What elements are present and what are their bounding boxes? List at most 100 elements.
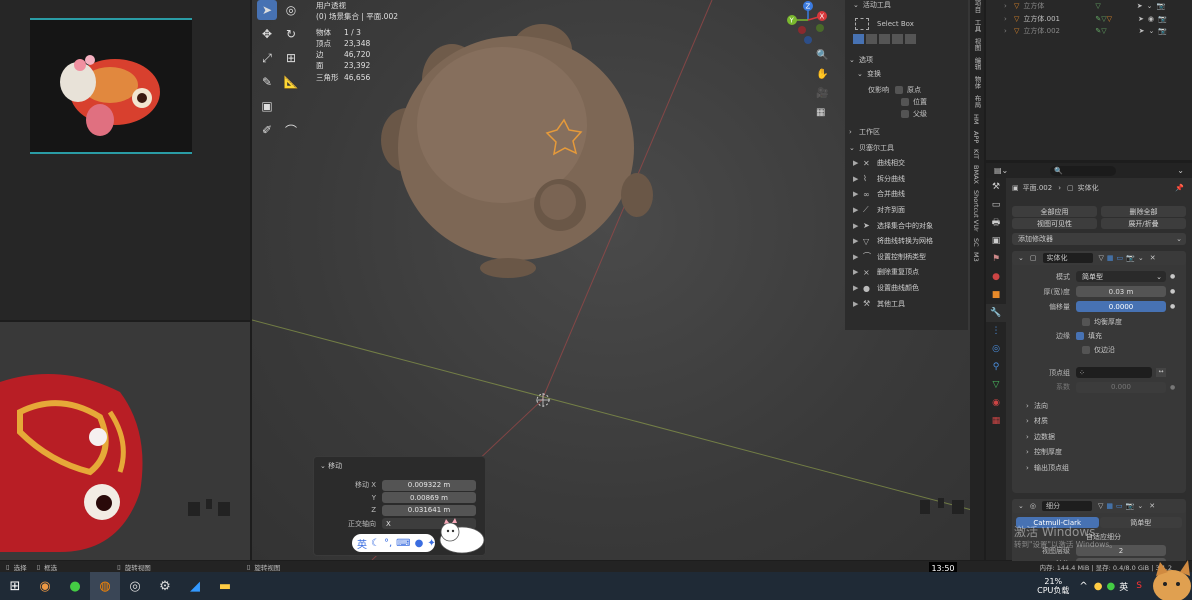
only-rim-checkbox[interactable] [1082, 346, 1090, 354]
particles-tab-icon[interactable]: ⋮ [986, 322, 1006, 340]
visibility-icon[interactable]: ⌄ [1147, 2, 1153, 10]
windows-start-icon[interactable]: ⊞ [0, 572, 30, 600]
viewport-visibility-button[interactable]: 视图可见性 [1012, 218, 1097, 229]
scene-tab-icon[interactable]: ⚑ [986, 250, 1006, 268]
even-thickness-checkbox[interactable] [1082, 317, 1090, 326]
bezier-item-join[interactable]: ▶ ∞ 合并曲线 [845, 187, 968, 203]
outliner-row[interactable]: › ▽ 立方体.002 ✎▽ ➤ ⌄ 📷 [986, 25, 1192, 38]
close-icon[interactable]: ✕ [1149, 502, 1155, 510]
tab-bmax[interactable]: BMAX [972, 165, 980, 184]
subsurf-header[interactable]: ⌄ ◎ 细分 ▽ ▦ ▭ 📷 ⌄ ✕ [1012, 499, 1186, 513]
cage-icon[interactable]: ▦ [1106, 502, 1113, 510]
cpu-indicator[interactable]: 21% CPU负载 [1037, 577, 1069, 595]
offset-field[interactable]: 0.0000 [1076, 301, 1166, 312]
move-tool-icon[interactable]: ✥ [257, 24, 277, 44]
options-section[interactable]: ⌄ 选项 [845, 52, 968, 68]
thickness-field[interactable]: 0.03 m [1076, 286, 1166, 297]
keyframe-dot-icon[interactable]: ● [1170, 384, 1175, 391]
tray-s-icon[interactable]: S [1136, 581, 1142, 591]
transform-tool-icon[interactable]: ⊞ [281, 48, 301, 68]
tray-app-icon[interactable]: ● [1094, 581, 1103, 592]
bezier-item-split[interactable]: ▶ ⌇ 拆分曲线 [845, 171, 968, 187]
move-x-field[interactable]: 0.009322 m [382, 479, 476, 491]
viewport-display-icon[interactable]: ▭ [1117, 254, 1124, 262]
grid-view-icon[interactable]: ▦ [816, 107, 832, 126]
tab-app[interactable]: APP [972, 131, 980, 143]
modifier-name-field[interactable]: 实体化 [1042, 253, 1093, 263]
annotate-tool-icon[interactable]: ✎ [257, 72, 277, 92]
tab-hm[interactable]: HM [972, 114, 980, 125]
measure-tool-icon[interactable]: 📐 [281, 72, 301, 92]
chevron-down-icon[interactable]: ⌄ [1177, 166, 1184, 175]
solidify-header[interactable]: ⌄ ▢ 实体化 ▽ ▦ ▭ 📷 ⌄ ✕ [1012, 251, 1186, 265]
factor-field[interactable]: 0.000 [1076, 381, 1166, 393]
file-explorer-icon[interactable]: ▬ [210, 572, 240, 600]
visibility-eye-icon[interactable]: ◉ [1148, 15, 1154, 23]
editor-type-icon[interactable]: ▤⌄ [994, 166, 1008, 175]
output-tab-icon[interactable]: 🖶 [986, 214, 1006, 232]
steam-icon[interactable]: ⚙ [150, 572, 180, 600]
add-cube-tool-icon[interactable]: ▣ [257, 96, 277, 116]
scale-tool-icon[interactable]: ⤢ [257, 48, 277, 68]
zoom-icon[interactable]: 🔍 [816, 50, 832, 69]
chrome-icon[interactable]: ◉ [30, 572, 60, 600]
viewport-display-icon[interactable]: ▭ [1116, 502, 1123, 510]
bezier-item-select-collection[interactable]: ▶ ➤ 选择集合中的对象 [845, 218, 968, 234]
keyboard-icon[interactable]: ⌨ [396, 538, 410, 549]
physics-tab-icon[interactable]: ◎ [986, 340, 1006, 358]
tab-layout[interactable]: 布局 [972, 95, 982, 108]
modifier-tab-icon[interactable]: 🔧 [986, 304, 1006, 322]
tab-kit[interactable]: KIT [972, 149, 980, 159]
origins-checkbox[interactable] [895, 85, 903, 94]
active-tool-header[interactable]: ⌄ 活动工具 [845, 0, 968, 10]
bezier-item-align-face[interactable]: ▶ ⟋ 对齐到面 [845, 202, 968, 218]
apply-all-button[interactable]: 全部应用 [1012, 206, 1097, 217]
bezier-item-curve-color[interactable]: ▶ ● 设置曲线颜色 [845, 280, 968, 296]
mode-dropdown[interactable]: 简单型 ⌄ [1076, 271, 1166, 282]
keyframe-dot-icon[interactable]: ● [1170, 303, 1175, 310]
ime-tray-indicator[interactable]: 英 [1119, 580, 1128, 593]
select-toggle-icon[interactable]: ➤ [1139, 27, 1145, 35]
camera-icon[interactable]: 🎥 [816, 88, 832, 107]
cage-icon[interactable]: ▦ [1107, 254, 1114, 262]
select-extend-icon[interactable] [866, 34, 877, 44]
camera-render-icon[interactable]: 📷 [1158, 15, 1167, 23]
tool-tab-icon[interactable]: ⚒ [986, 178, 1006, 196]
render-display-icon[interactable]: 📷 [1126, 254, 1135, 262]
render-display-icon[interactable]: 📷 [1126, 502, 1135, 510]
parents-checkbox[interactable] [901, 109, 909, 118]
data-tab-icon[interactable]: ▽ [986, 376, 1006, 394]
cursor-tool-icon[interactable]: ◎ [281, 0, 301, 20]
materials-subpanel[interactable]: › 材质 [1012, 414, 1186, 430]
move-z-field[interactable]: 0.031641 m [382, 504, 476, 516]
add-modifier-dropdown[interactable]: 添加修改器 ⌄ [1012, 233, 1186, 245]
visibility-icon[interactable]: ⌄ [1149, 27, 1155, 35]
select-tool-icon[interactable]: ➤ [257, 0, 277, 20]
blender-icon[interactable]: ◍ [90, 572, 120, 600]
tab-view[interactable]: 视图 [972, 38, 982, 51]
output-vgroups-subpanel[interactable]: › 输出顶点组 [1012, 460, 1186, 476]
fill-rim-checkbox[interactable] [1076, 332, 1084, 340]
pen-curve-tool-icon[interactable]: ⌒ [281, 120, 301, 140]
constraints-tab-icon[interactable]: ⚲ [986, 358, 1006, 376]
tab-item[interactable]: 项目 [972, 0, 982, 13]
object-tab-icon[interactable]: ■ [986, 286, 1006, 304]
rotate-tool-icon[interactable]: ↻ [281, 24, 301, 44]
locations-checkbox[interactable] [901, 97, 909, 106]
edit-mode-icon[interactable]: ▽ [1099, 254, 1104, 262]
select-toggle-icon[interactable]: ➤ [1137, 2, 1143, 10]
navigation-gizmo[interactable]: Z Y X [782, 0, 834, 50]
camera-render-icon[interactable]: 📷 [1157, 2, 1166, 10]
draw-curve-tool-icon[interactable]: ✐ [257, 120, 277, 140]
workspace-section[interactable]: › 工作区 [845, 125, 968, 141]
catmull-clark-button[interactable]: Catmull-Clark [1016, 517, 1099, 528]
punct-icon[interactable]: °, [384, 538, 392, 549]
pan-hand-icon[interactable]: ✋ [816, 69, 832, 88]
camera-render-icon[interactable]: 📷 [1158, 27, 1167, 35]
delete-all-button[interactable]: 删除全部 [1101, 206, 1186, 217]
ps-icon[interactable]: ◢ [180, 572, 210, 600]
texture-tab-icon[interactable]: ▦ [986, 412, 1006, 430]
tab-object[interactable]: 物体 [972, 76, 982, 89]
close-icon[interactable]: ✕ [1150, 254, 1156, 262]
bezier-item-other[interactable]: ▶ ⚒ 其他工具 [845, 296, 968, 312]
